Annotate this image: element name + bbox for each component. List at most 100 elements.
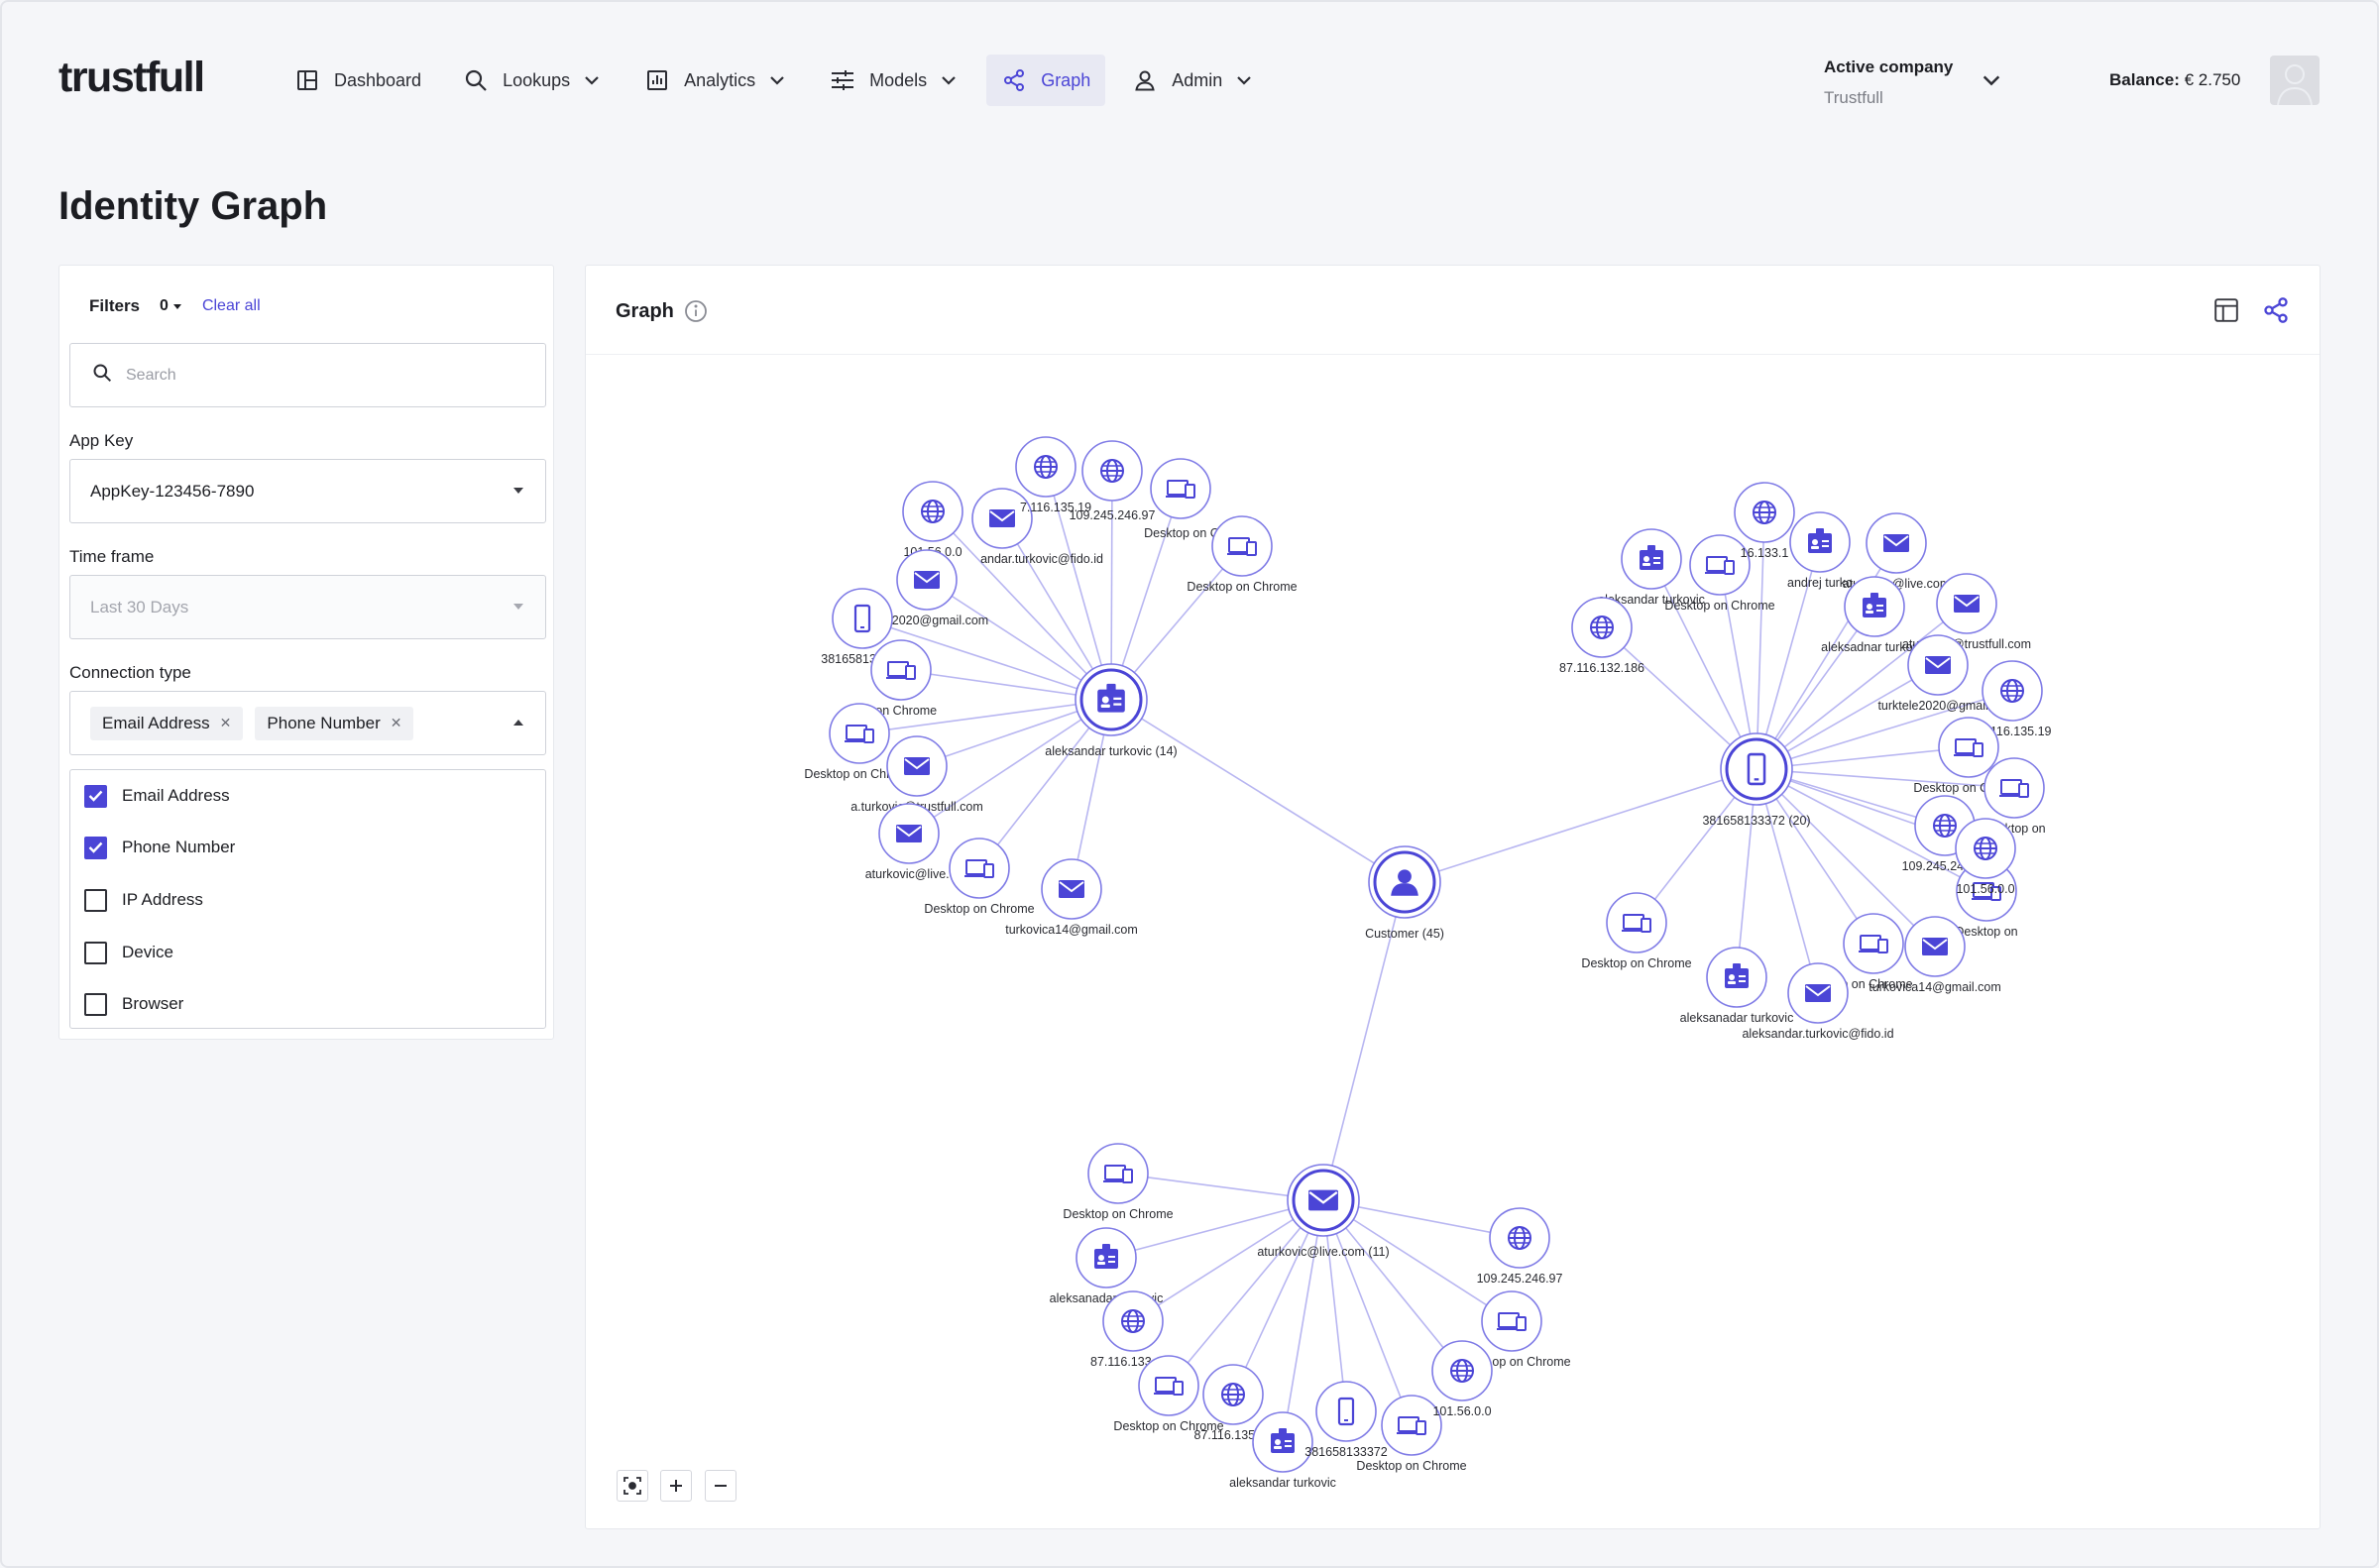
trustfull-logo[interactable]: trustfull	[58, 54, 205, 102]
graph-node-label: Desktop on Chrome	[924, 902, 1034, 916]
checkbox-checked[interactable]	[84, 784, 107, 808]
nav-lookups[interactable]: Lookups	[448, 55, 618, 106]
checkbox-unchecked[interactable]	[84, 992, 107, 1016]
time-frame-select[interactable]: Last 30 Days	[69, 575, 546, 639]
option-email-address[interactable]: Email Address	[84, 784, 230, 808]
graph-node-label: 16.133.1	[1741, 546, 1789, 560]
graph-node-device[interactable]: op on Chrome	[1481, 1290, 1571, 1369]
graph-node-label: 101.56.0.0	[1432, 1404, 1491, 1418]
focus-icon	[623, 1477, 641, 1495]
graph-node-device[interactable]: op on Chrome	[1834, 913, 1913, 991]
graph-node-label: Desktop on Chrome	[1356, 1459, 1466, 1473]
caret-up-icon[interactable]	[513, 720, 523, 726]
filters-header: Filters 0 Clear all	[89, 291, 261, 321]
filters-panel: Filters 0 Clear all App Key AppKey-12345…	[58, 265, 554, 1040]
identity-graph-canvas[interactable]: 101.56.0.0 andar.turkovic@fido.id 7.116.13…	[586, 266, 2322, 1530]
graph-node-label: turktele2020@gmail.c	[1877, 699, 1997, 713]
minus-icon	[715, 1485, 727, 1487]
page-title: Identity Graph	[58, 184, 328, 228]
chevron-down-icon	[940, 70, 960, 90]
nav-admin-label: Admin	[1172, 69, 1223, 90]
app-key-select[interactable]: AppKey-123456-7890	[69, 459, 546, 523]
option-label: Email Address	[122, 786, 230, 805]
selected-chip-email: Email Address ✕	[90, 706, 244, 740]
balance-value: € 2.750	[2184, 70, 2241, 89]
option-phone-number[interactable]: Phone Number	[84, 836, 235, 859]
analytics-icon	[644, 67, 670, 93]
graph-node-phone[interactable]: 381658133372	[1304, 1381, 1388, 1459]
graph-node-label: aleksandar turkovic	[1229, 1476, 1336, 1490]
graph-node-ip[interactable]: 7.116.135.19	[1015, 436, 1091, 514]
graph-hub-person[interactable]: Customer (45)	[1365, 845, 1444, 941]
nav-dashboard[interactable]: Dashboard	[280, 55, 436, 106]
option-browser[interactable]: Browser	[84, 992, 183, 1016]
chip-label: Email Address	[102, 713, 210, 732]
graph-node-id[interactable]: aleksandar turkovic	[1598, 528, 1705, 607]
graph-edges	[858, 466, 2015, 1443]
fit-view-button[interactable]	[617, 1470, 648, 1502]
chip-label: Phone Number	[267, 713, 381, 732]
chevron-down-icon	[768, 70, 788, 90]
zoom-in-button[interactable]	[660, 1470, 692, 1502]
filters-count-dropdown[interactable]: 0	[160, 297, 182, 315]
option-label: Device	[122, 943, 173, 961]
graph-hub-email[interactable]: aturkovic@live.com (11)	[1257, 1164, 1390, 1259]
nav-models[interactable]: Models	[815, 55, 974, 106]
graph-node-email[interactable]: turkovica14@gmail.com	[1005, 858, 1138, 937]
nav-admin[interactable]: Admin	[1117, 55, 1270, 106]
graph-node-label: 109.245.246.97	[1070, 508, 1156, 522]
remove-chip-icon[interactable]: ✕	[391, 715, 402, 731]
nav-graph[interactable]: Graph	[986, 55, 1106, 106]
graph-node-label: Desktop on	[1955, 925, 2017, 939]
graph-node-label: Desktop on Chrome	[1664, 599, 1774, 613]
option-label: Phone Number	[122, 838, 236, 856]
graph-node-device[interactable]: Desktop on Chrome	[1581, 892, 1692, 970]
checkbox-unchecked[interactable]	[84, 888, 107, 912]
nav-analytics[interactable]: Analytics	[629, 55, 803, 106]
avatar[interactable]	[2270, 56, 2320, 105]
app-key-label: App Key	[69, 431, 134, 450]
graph-node-ip[interactable]: 109.245.246.97	[1477, 1207, 1563, 1286]
balance-label: Balance:	[2109, 70, 2180, 89]
checkbox-unchecked[interactable]	[84, 941, 107, 964]
email-icon	[1954, 595, 1980, 613]
search-input[interactable]	[126, 366, 503, 385]
graph-hub-id[interactable]: aleksandar turkovic (14)	[1045, 663, 1178, 758]
zoom-out-button[interactable]	[705, 1470, 736, 1502]
connection-type-options: Email Address Phone Number IP Address De…	[69, 769, 546, 1029]
graph-node-label: op on Chrome	[1492, 1355, 1570, 1369]
graph-edge	[1110, 699, 1406, 883]
graph-node-ip[interactable]: 16.133.1	[1734, 482, 1795, 560]
filter-search	[69, 343, 546, 407]
graph-node-label: aleksandar.turkovic@fido.id	[1742, 1027, 1893, 1041]
chevron-down-icon[interactable]	[1981, 69, 2002, 91]
graph-node-email[interactable]: e2020@gmail.com	[885, 549, 988, 627]
connection-type-select[interactable]: Email Address ✕ Phone Number ✕	[69, 691, 546, 755]
email-icon	[1925, 656, 1951, 674]
graph-node-id[interactable]: aleksanadar turkovic	[1680, 947, 1794, 1025]
filters-count: 0	[160, 297, 169, 314]
graph-node-label: 101.56.0.0	[1956, 882, 2014, 896]
checkbox-checked[interactable]	[84, 836, 107, 859]
graph-panel: Graph 101.56.0.0andar.turkovic@fido.id7.…	[585, 265, 2321, 1529]
graph-node-ip[interactable]: 101.56.0.0	[1431, 1340, 1493, 1418]
clear-all-link[interactable]: Clear all	[202, 297, 261, 315]
caret-down-icon	[513, 604, 523, 610]
caret-down-icon	[172, 304, 181, 309]
graph-node-label: andar.turkovic@fido.id	[980, 552, 1103, 566]
graph-node-ip[interactable]: 101.56.0.0	[902, 481, 963, 559]
graph-hub-label: aturkovic@live.com (11)	[1257, 1245, 1389, 1259]
remove-chip-icon[interactable]: ✕	[220, 715, 232, 731]
option-device[interactable]: Device	[84, 941, 173, 964]
graph-node-device[interactable]: Desktop on Chrome	[1063, 1143, 1174, 1221]
time-frame-label: Time frame	[69, 547, 155, 566]
graph-node-ip[interactable]: 109.245.246.97	[1070, 440, 1156, 522]
graph-node-ip[interactable]: 101.56.0.0	[1955, 818, 2016, 896]
email-icon	[904, 757, 930, 775]
graph-node-email[interactable]: aturkovic@live.com	[1843, 512, 1951, 591]
main-nav: Dashboard Lookups Analytics Models Graph…	[280, 55, 1282, 106]
option-ip-address[interactable]: IP Address	[84, 888, 203, 912]
graph-node-ip[interactable]: 87.116.132.186	[1559, 597, 1644, 675]
graph-node-label: 381658133372	[1304, 1445, 1387, 1459]
graph-hub-label: Customer (45)	[1365, 927, 1444, 941]
